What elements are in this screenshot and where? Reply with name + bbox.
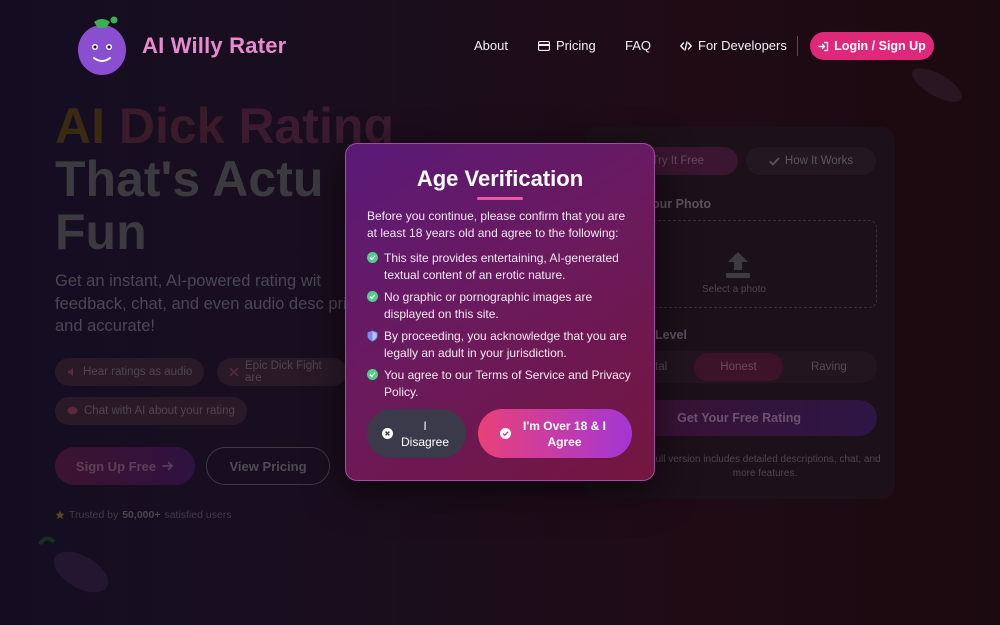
- modal-item-text: This site provides entertaining, AI-gene…: [384, 251, 619, 282]
- disagree-button[interactable]: I Disagree: [367, 409, 466, 458]
- shield-icon: [367, 330, 378, 361]
- modal-item-text: No graphic or pornographic images are di…: [384, 290, 593, 321]
- close-circle-icon: [382, 428, 393, 439]
- page: AI Willy Rater About Pricing FAQ For Dev…: [0, 0, 1000, 625]
- modal-intro: Before you continue, please confirm that…: [367, 209, 626, 240]
- agree-label: I'm Over 18 & I Agree: [523, 418, 606, 449]
- modal-item-text: By proceeding, you acknowledge that you …: [384, 329, 627, 360]
- modal-title: Age Verification: [416, 166, 584, 191]
- modal-item-text: You agree to our Terms of Service and Pr…: [384, 368, 631, 399]
- modal-item: No graphic or pornographic images are di…: [367, 289, 635, 322]
- check-circle-icon: [367, 369, 378, 400]
- check-circle-icon: [367, 291, 378, 322]
- modal-item: You agree to our Terms of Service and Pr…: [367, 367, 635, 400]
- agree-button[interactable]: I'm Over 18 & I Agree: [478, 409, 632, 458]
- disagree-label: I Disagree: [400, 418, 450, 449]
- modal-item: By proceeding, you acknowledge that you …: [367, 328, 635, 361]
- check-circle-icon: [367, 252, 378, 283]
- check-circle-icon: [499, 428, 511, 439]
- modal-title-underline: [477, 197, 523, 200]
- modal-item: This site provides entertaining, AI-gene…: [367, 250, 635, 283]
